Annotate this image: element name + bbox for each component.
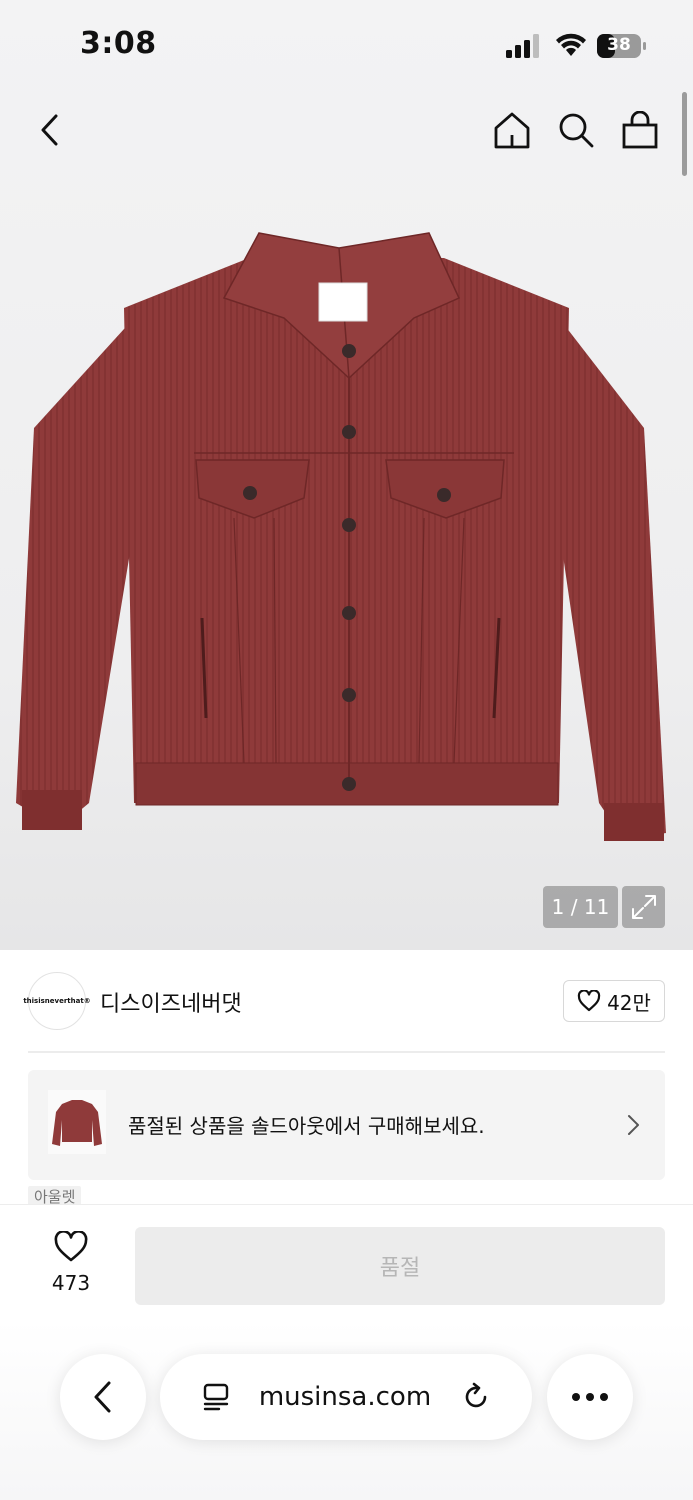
expand-button[interactable] xyxy=(622,886,665,928)
cart-button[interactable] xyxy=(618,108,662,152)
more-icon xyxy=(572,1393,608,1401)
chevron-left-icon xyxy=(94,1381,111,1413)
chevron-right-icon xyxy=(628,1115,639,1135)
heart-icon xyxy=(54,1230,88,1262)
search-button[interactable] xyxy=(554,108,598,152)
wishlist-button[interactable]: 473 xyxy=(38,1230,104,1301)
search-icon xyxy=(559,113,594,148)
shopping-bag-icon xyxy=(622,111,658,149)
browser-back-button[interactable] xyxy=(60,1354,146,1440)
soldout-banner-text: 품절된 상품을 솔드아웃에서 구매해보세요. xyxy=(128,1114,485,1138)
soldout-banner[interactable]: 품절된 상품을 솔드아웃에서 구매해보세요. xyxy=(28,1070,665,1180)
brand-logo-text: thisisneverthat® xyxy=(23,997,91,1005)
scrollbar[interactable] xyxy=(682,92,687,176)
reader-icon[interactable] xyxy=(201,1382,231,1412)
status-time: 3:08 xyxy=(80,26,157,61)
banner-thumbnail xyxy=(48,1090,106,1154)
chevron-left-icon xyxy=(41,114,58,146)
wifi-icon xyxy=(556,33,586,56)
image-counter: 1 / 11 xyxy=(543,886,618,928)
divider xyxy=(28,1051,665,1053)
brand-name[interactable]: 디스이즈네버댓 xyxy=(100,986,242,1018)
browser-toolbar: musinsa.com xyxy=(0,1320,693,1500)
brand-logo[interactable]: thisisneverthat® xyxy=(23,972,91,1030)
home-icon xyxy=(494,112,530,149)
purchase-bar: 473 품절 xyxy=(0,1204,693,1320)
url-text: musinsa.com xyxy=(258,1382,432,1412)
brand-like-count: 42만 xyxy=(607,990,651,1015)
status-bar: 3:08 38 xyxy=(0,26,693,66)
wishlist-count: 473 xyxy=(51,1271,91,1295)
soldout-button[interactable]: 품절 xyxy=(135,1227,665,1305)
address-bar[interactable]: musinsa.com xyxy=(160,1354,532,1440)
cellular-signal-icon xyxy=(506,34,539,58)
more-button[interactable] xyxy=(547,1354,633,1440)
battery-icon: 38 xyxy=(597,34,647,58)
brand-row[interactable]: thisisneverthat® 디스이즈네버댓 42만 xyxy=(23,972,665,1030)
top-navigation xyxy=(0,106,693,156)
back-button[interactable] xyxy=(28,108,72,152)
heart-icon xyxy=(577,990,601,1012)
product-image[interactable] xyxy=(14,228,679,848)
expand-icon xyxy=(631,895,656,919)
brand-like-button[interactable]: 42만 xyxy=(563,980,665,1022)
battery-level: 38 xyxy=(607,35,631,55)
reload-icon[interactable] xyxy=(461,1382,491,1412)
home-button[interactable] xyxy=(490,108,534,152)
